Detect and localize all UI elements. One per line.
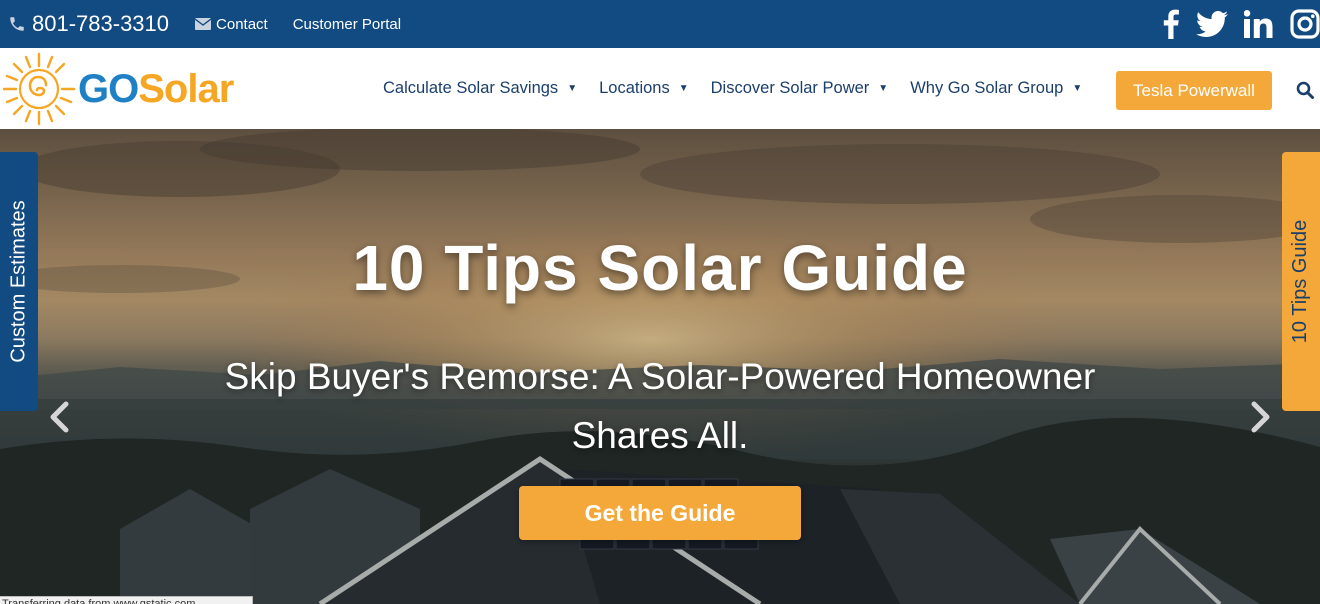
tesla-powerwall-button[interactable]: Tesla Powerwall xyxy=(1116,71,1272,110)
caret-down-icon: ▼ xyxy=(1072,83,1083,94)
caret-down-icon: ▼ xyxy=(567,83,578,94)
slider-next-button[interactable] xyxy=(1250,401,1272,438)
hero-slider: 10 Tips Solar Guide Skip Buyer's Remorse… xyxy=(0,129,1320,604)
facebook-icon[interactable] xyxy=(1162,9,1180,39)
envelope-icon xyxy=(195,18,212,30)
browser-status-bar: Transferring data from www.gstatic.com..… xyxy=(0,596,253,604)
nav-item-calculate-solar-savings[interactable]: Calculate Solar Savings ▼ xyxy=(383,79,577,98)
nav-item-locations[interactable]: Locations ▼ xyxy=(599,79,689,98)
nav-item-label: Calculate Solar Savings xyxy=(383,79,559,97)
phone-icon xyxy=(10,17,24,31)
caret-down-icon: ▼ xyxy=(878,83,889,94)
main-header: GOSolar Calculate Solar Savings ▼ Locati… xyxy=(0,48,1320,129)
logo-wordmark: GOSolar xyxy=(78,66,234,112)
linkedin-icon[interactable] xyxy=(1244,10,1274,38)
get-the-guide-button[interactable]: Get the Guide xyxy=(519,486,801,540)
phone-number: 801-783-3310 xyxy=(32,11,170,36)
search-icon xyxy=(1296,81,1314,99)
contact-link[interactable]: Contact xyxy=(195,16,268,33)
go-solar-logo[interactable]: GOSolar xyxy=(2,52,252,126)
tips-guide-label: 10 Tips Guide xyxy=(1289,219,1312,344)
twitter-icon[interactable] xyxy=(1196,11,1228,37)
hero-subtitle: Skip Buyer's Remorse: A Solar-Powered Ho… xyxy=(224,356,1096,456)
slider-prev-button[interactable] xyxy=(48,401,70,438)
caret-down-icon: ▼ xyxy=(678,83,689,94)
chevron-left-icon xyxy=(50,401,69,433)
logo-go-text: GO xyxy=(78,66,139,111)
customer-portal-link[interactable]: Customer Portal xyxy=(293,16,401,33)
main-nav: Calculate Solar Savings ▼ Locations ▼ Di… xyxy=(383,48,1104,129)
chevron-right-icon xyxy=(1251,401,1270,433)
phone-link[interactable]: 801-783-3310 xyxy=(8,11,169,37)
logo-solar-text: Solar xyxy=(138,66,234,111)
custom-estimates-label: Custom Estimates xyxy=(7,200,30,363)
instagram-icon[interactable] xyxy=(1290,9,1320,39)
nav-item-discover-solar-power[interactable]: Discover Solar Power ▼ xyxy=(711,79,889,98)
social-links xyxy=(1146,0,1320,48)
search-button[interactable] xyxy=(1296,81,1314,104)
sun-logo-icon xyxy=(2,52,76,126)
top-bar: 801-783-3310 Contact Customer Portal xyxy=(0,0,1320,48)
nav-item-label: Why Go Solar Group xyxy=(910,79,1064,97)
nav-item-why-go-solar-group[interactable]: Why Go Solar Group ▼ xyxy=(910,79,1082,98)
tips-guide-tab[interactable]: 10 Tips Guide xyxy=(1282,152,1320,411)
contact-label: Contact xyxy=(216,15,268,33)
nav-item-label: Locations xyxy=(599,79,670,97)
nav-item-label: Discover Solar Power xyxy=(710,79,870,97)
hero-title: 10 Tips Solar Guide xyxy=(352,232,968,304)
custom-estimates-tab[interactable]: Custom Estimates xyxy=(0,152,38,411)
